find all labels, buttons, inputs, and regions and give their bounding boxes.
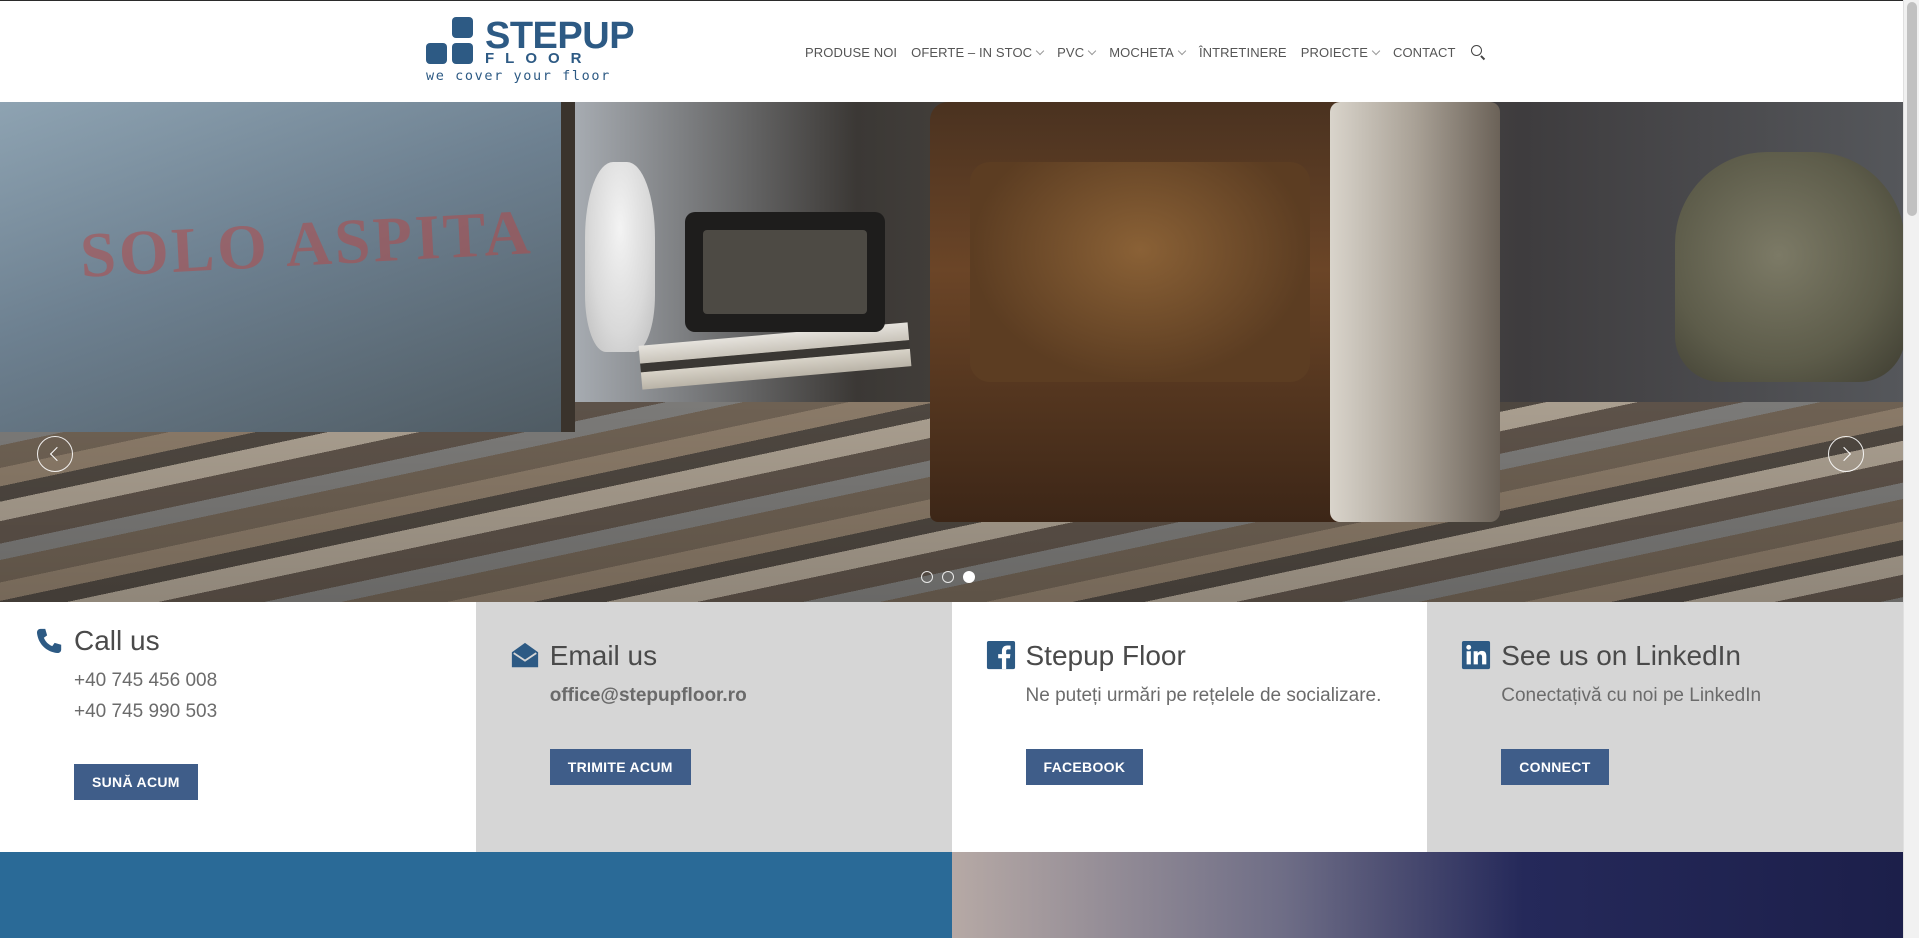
chevron-down-icon [1177,46,1187,55]
logo-square-icon [452,17,473,38]
hero-slider: SOLO ASPITA [0,102,1903,602]
phone-icon [36,628,62,654]
facebook-title: Stepup Floor [1025,640,1186,671]
email-address[interactable]: office@stepupfloor.ro [550,680,747,711]
search-ring [1470,45,1482,56]
nav-item-contact[interactable]: CONTACT [1393,45,1456,60]
nav-item-intretinere[interactable]: ÎNTRETINERE [1199,45,1287,60]
call-now-button[interactable]: SUNĂ ACUM [74,764,198,800]
nav-item-oferte[interactable]: OFERTE – IN STOC [911,44,1045,60]
linkedin-icon [1462,640,1491,670]
logo-square-icon [426,43,447,64]
site-header: STEPUP FLOOR we cover your floor PRODUSE… [0,0,1903,102]
armchair-arm [1330,102,1500,522]
slider-dots [921,571,975,583]
email-us-title: Email us [549,640,658,671]
crate-print: SOLO ASPITA [78,196,535,291]
send-now-button[interactable]: TRIMITE ACUM [549,749,691,785]
armchair-cushion [970,162,1310,382]
facebook-button[interactable]: FACEBOOK [1025,749,1144,785]
logo[interactable]: STEPUP FLOOR we cover your floor [426,17,635,87]
slider-dot[interactable] [942,571,954,583]
nav-item-mocheta[interactable]: MOCHETA [1109,44,1187,60]
slider-next-button[interactable] [1828,436,1864,472]
call-us-title: Call us [74,625,160,656]
contact-row: Call us +40 745 456 008 +40 745 990 503 … [0,602,1903,852]
slider-dot-active[interactable] [963,571,975,583]
chevron-right-icon [1836,446,1852,462]
page: STEPUP FLOOR we cover your floor PRODUSE… [0,0,1919,938]
phone-number-2[interactable]: +40 745 990 503 [74,696,217,727]
hero-armchair [930,102,1500,522]
chevron-down-icon [1035,46,1045,55]
slider-prev-button[interactable] [37,436,73,472]
search-handle [1479,55,1485,61]
chevron-left-icon [49,446,65,462]
facebook-text: Ne puteți urmări pe rețelele de socializ… [1025,685,1382,706]
nav-label: PRODUSE NOI [805,44,898,60]
chevron-down-icon [1371,46,1381,55]
nav-item-proiecte[interactable]: PROIECTE [1300,44,1381,60]
slider-dot[interactable] [921,571,933,583]
bottom-image-panel [952,852,1903,938]
search-icon[interactable] [1470,44,1486,61]
hero-deer-sculpture [585,162,655,352]
facebook-panel: Stepup Floor Ne puteți urmări pe rețelel… [951,602,1428,852]
envelope-icon [511,642,538,668]
nav-item-produse-noi[interactable]: PRODUSE NOI [805,45,897,60]
linkedin-title: See us on LinkedIn [1501,640,1741,671]
nav-label: PVC [1057,44,1085,60]
hero-bag [1675,152,1903,382]
hero-crate-image: SOLO ASPITA [0,102,575,432]
bottom-section [0,852,1903,938]
chevron-down-icon [1087,46,1097,55]
call-us-panel: Call us +40 745 456 008 +40 745 990 503 … [0,602,476,852]
speaker-grille [703,230,867,314]
facebook-icon [986,640,1015,670]
connect-button[interactable]: CONNECT [1501,749,1609,785]
linkedin-text: Conectațivă cu noi pe LinkedIn [1501,685,1762,706]
nav-label: ÎNTRETINERE [1198,44,1287,60]
nav-item-pvc[interactable]: PVC [1057,44,1097,60]
scrollbar-thumb[interactable] [1907,2,1917,216]
hero-speaker [685,212,885,332]
linkedin-panel: See us on LinkedIn Conectațivă cu noi pe… [1427,602,1903,852]
bottom-blue-panel [0,852,952,938]
logo-square-icon [452,43,473,64]
email-us-panel: Email us office@stepupfloor.ro TRIMITE A… [475,602,952,852]
logo-subtitle: FLOOR [485,50,593,67]
phone-number-1[interactable]: +40 745 456 008 [74,665,217,696]
main-nav: PRODUSE NOI OFERTE – IN STOC PVC MOCHETA… [805,43,1486,61]
page-scrollbar[interactable] [1903,0,1919,938]
nav-label: CONTACT [1392,44,1456,60]
logo-tagline: we cover your floor [426,68,611,84]
nav-label: PROIECTE [1300,44,1368,60]
nav-label: MOCHETA [1109,44,1174,60]
nav-label: OFERTE – IN STOC [911,44,1033,60]
